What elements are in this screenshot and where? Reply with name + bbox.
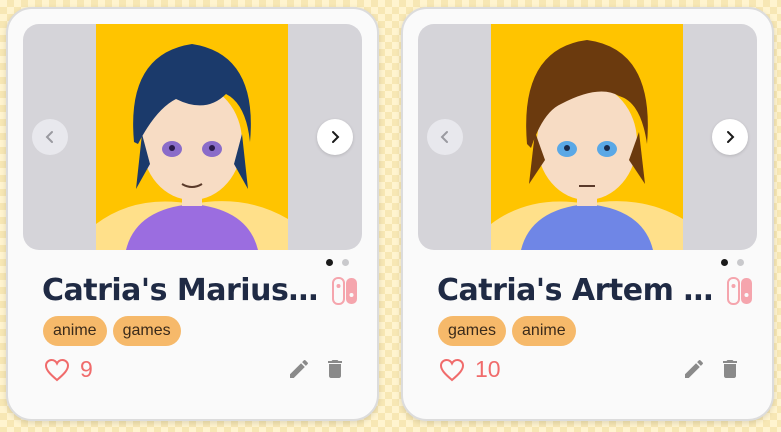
tag-list: games anime [438, 316, 576, 346]
like-button[interactable]: 10 [439, 356, 501, 383]
tag-chip[interactable]: anime [43, 316, 107, 346]
chevron-left-icon [45, 131, 53, 143]
like-count: 9 [80, 356, 93, 382]
trash-icon [723, 360, 737, 378]
carousel-dot[interactable] [737, 259, 744, 266]
like-count: 10 [475, 356, 501, 382]
pencil-icon [290, 359, 308, 378]
like-button[interactable]: 9 [44, 356, 93, 383]
edit-button[interactable] [682, 357, 706, 381]
heart-icon [439, 358, 465, 381]
card-actions [682, 357, 742, 381]
trash-icon [328, 360, 342, 378]
carousel-dot[interactable] [342, 259, 349, 266]
nintendo-switch-icon [727, 277, 753, 305]
carousel-dot-active[interactable] [721, 259, 728, 266]
chevron-right-icon [727, 131, 735, 143]
carousel-next-button[interactable] [317, 119, 353, 155]
carousel-indicator [721, 259, 744, 266]
image-carousel[interactable] [23, 24, 362, 250]
tag-chip[interactable]: anime [512, 316, 576, 346]
carousel-prev-button[interactable] [427, 119, 463, 155]
image-carousel[interactable] [418, 24, 757, 250]
carousel-next-button[interactable] [712, 119, 748, 155]
delete-button[interactable] [323, 357, 347, 381]
character-portrait-image [96, 24, 288, 250]
pencil-icon [685, 359, 703, 378]
carousel-indicator [326, 259, 349, 266]
tag-chip[interactable]: games [438, 316, 507, 346]
tag-chip[interactable]: games [112, 316, 181, 346]
edit-button[interactable] [287, 357, 311, 381]
nintendo-switch-icon [332, 277, 358, 305]
carousel-dot-active[interactable] [326, 259, 333, 266]
card-title[interactable]: Catria's Artem -... [437, 271, 717, 311]
card-actions [287, 357, 347, 381]
tag-list: anime games [43, 316, 181, 346]
carousel-prev-button[interactable] [32, 119, 68, 155]
character-portrait-image [491, 24, 683, 250]
character-card[interactable]: Catria's Marius -... anime games 9 [6, 7, 379, 421]
heart-icon [44, 358, 70, 381]
chevron-left-icon [440, 131, 448, 143]
card-title[interactable]: Catria's Marius -... [42, 271, 322, 311]
delete-button[interactable] [718, 357, 742, 381]
chevron-right-icon [332, 131, 340, 143]
character-card[interactable]: Catria's Artem -... games anime 10 [401, 7, 774, 421]
